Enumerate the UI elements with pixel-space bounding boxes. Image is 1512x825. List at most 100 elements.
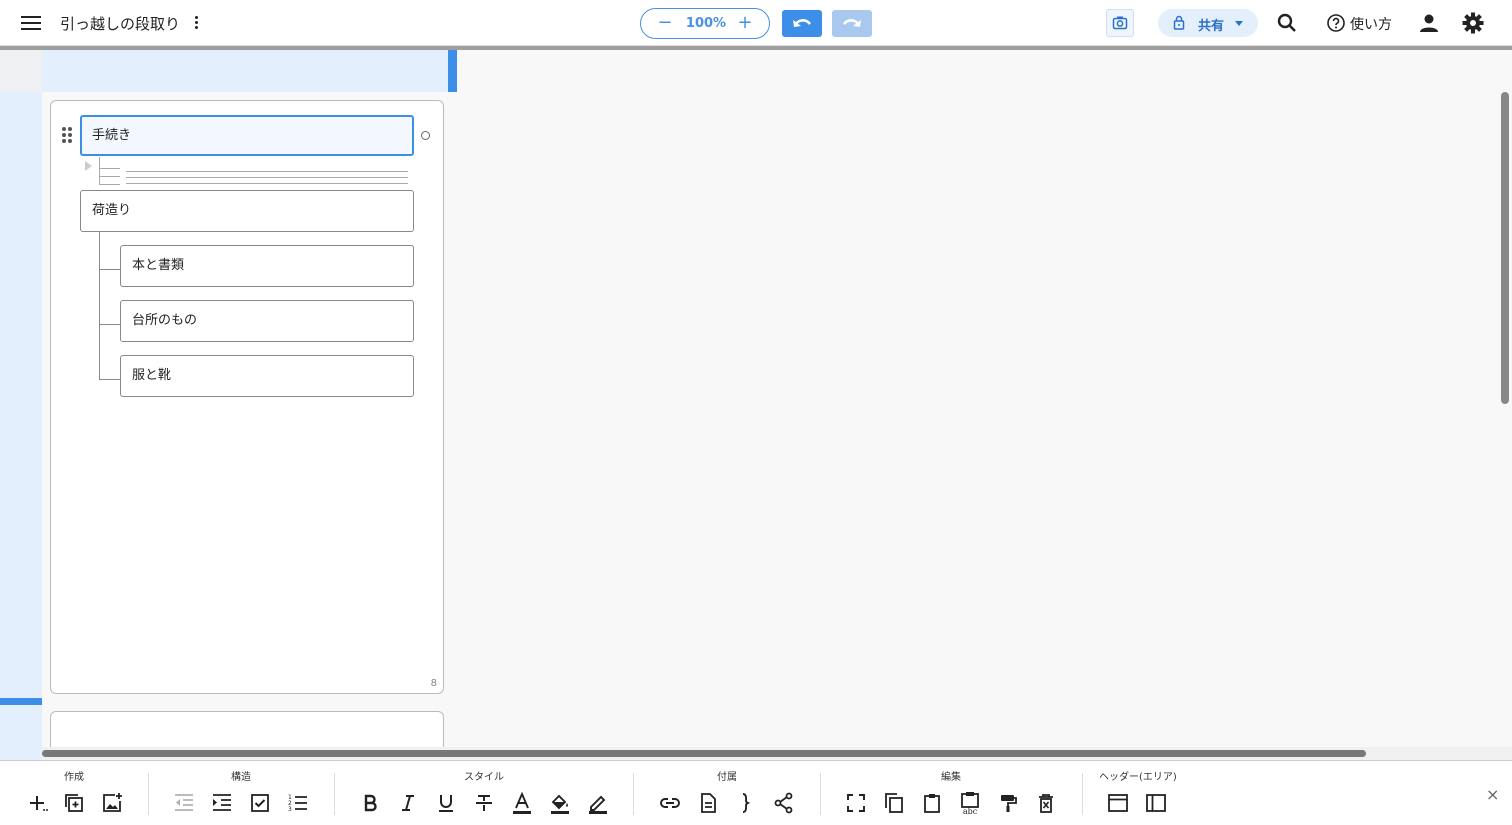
paste-button[interactable] — [920, 791, 944, 815]
checkbox-button[interactable] — [248, 791, 272, 815]
group-label-attach: 付属 — [717, 772, 737, 783]
vertical-scrollbar[interactable] — [1501, 92, 1509, 404]
redo-button[interactable] — [832, 10, 872, 37]
paste-text-icon: abc — [961, 792, 979, 816]
relation-button[interactable] — [772, 791, 796, 815]
border-color-button[interactable] — [586, 791, 610, 815]
window-header-icon — [1108, 794, 1128, 812]
outline-node[interactable]: 服と靴 — [120, 355, 414, 397]
paste-text-button[interactable]: abc — [958, 791, 982, 816]
settings-gear-icon[interactable] — [1462, 12, 1484, 34]
tree-connector — [99, 157, 100, 185]
text-color-button[interactable] — [510, 791, 534, 815]
pen-icon — [589, 795, 607, 814]
note-button[interactable] — [696, 791, 720, 815]
zoom-control: − 100% + — [640, 8, 770, 39]
area-corner — [0, 50, 42, 92]
horizontal-scrollbar[interactable] — [42, 750, 1366, 757]
item-count: 8 — [430, 678, 437, 689]
zoom-out-button[interactable]: − — [653, 12, 677, 36]
link-icon — [660, 798, 680, 808]
add-node-button[interactable] — [26, 791, 50, 815]
group-label-header-area: ヘッダー(エリア) — [1099, 772, 1177, 783]
format-painter-button[interactable] — [996, 791, 1020, 815]
screenshot-button[interactable] — [1106, 9, 1134, 37]
group-label-structure: 構造 — [231, 772, 251, 783]
curly-bracket-icon — [742, 793, 751, 813]
link-button[interactable] — [658, 791, 682, 815]
group-label-style: スタイル — [464, 772, 504, 783]
strikethrough-icon — [476, 795, 492, 811]
fill-color-icon — [551, 794, 569, 814]
outline-node[interactable]: 本と書類 — [120, 245, 414, 287]
zoom-in-button[interactable]: + — [733, 12, 757, 36]
add-image-button[interactable] — [100, 791, 124, 815]
help-icon — [1327, 14, 1345, 32]
undo-button[interactable] — [782, 10, 822, 37]
relation-icon — [774, 792, 793, 814]
paint-roller-icon — [1001, 795, 1017, 812]
duplicate-node-button[interactable] — [62, 791, 86, 815]
add-image-icon — [103, 793, 122, 812]
italic-button[interactable] — [396, 791, 420, 815]
tree-connector — [99, 324, 120, 325]
fill-color-button[interactable] — [548, 791, 572, 815]
search-icon[interactable] — [1276, 12, 1298, 34]
area-header-left-button[interactable] — [1144, 791, 1168, 815]
outdent-button[interactable] — [172, 791, 196, 815]
underline-button[interactable] — [434, 791, 458, 815]
drag-handle-icon[interactable] — [62, 127, 72, 143]
checkbox-icon — [251, 794, 269, 812]
account-icon[interactable] — [1418, 12, 1440, 34]
svg-text:3: 3 — [288, 806, 292, 813]
area-column-header[interactable] — [42, 50, 448, 92]
select-all-button[interactable] — [844, 791, 868, 815]
tree-connector — [99, 269, 120, 270]
undo-icon — [793, 19, 811, 27]
document-title[interactable]: 引っ越しの段取り — [60, 13, 180, 34]
area-row-marker[interactable] — [0, 698, 42, 705]
lock-icon — [1173, 15, 1185, 30]
copy-icon — [885, 793, 903, 813]
close-toolbar-icon[interactable]: × — [1486, 785, 1499, 804]
group-label-create: 作成 — [64, 772, 84, 783]
strikethrough-button[interactable] — [472, 791, 496, 815]
app-header: 引っ越しの段取り − 100% + 共有 使い方 — [0, 0, 1512, 46]
toolbar-divider — [820, 773, 821, 815]
indent-button[interactable] — [210, 791, 234, 815]
toolbar-divider — [334, 773, 335, 815]
outline-node[interactable]: 台所のもの — [120, 300, 414, 342]
menu-icon[interactable] — [21, 14, 41, 32]
collapsed-line — [126, 183, 408, 184]
toolbar-divider — [633, 773, 634, 815]
document-icon — [701, 793, 716, 813]
more-vert-icon[interactable] — [193, 15, 201, 31]
share-button[interactable]: 共有 — [1158, 9, 1258, 37]
node-circle-icon[interactable] — [421, 131, 430, 140]
clipboard-icon — [924, 794, 940, 813]
text-color-icon — [513, 791, 531, 814]
area-column-resize-handle[interactable] — [448, 50, 457, 92]
window-sidebar-icon — [1146, 794, 1166, 812]
area-row-header[interactable] — [0, 92, 42, 760]
svg-text:abc: abc — [963, 807, 978, 815]
add-icon — [30, 796, 48, 811]
bottom-toolbar: 作成 構造 スタイル 付属 編集 ヘッダー(エリア) 123 abc × — [0, 760, 1512, 825]
collapsed-line — [126, 171, 408, 172]
underline-icon — [439, 795, 453, 812]
duplicate-icon — [65, 794, 83, 812]
expand-triangle-icon[interactable] — [85, 161, 92, 171]
numbered-list-button[interactable]: 123 — [286, 791, 310, 815]
bold-button[interactable] — [358, 791, 382, 815]
camera-icon — [1112, 16, 1128, 30]
copy-button[interactable] — [882, 791, 906, 815]
group-label-edit: 編集 — [941, 772, 961, 783]
select-frame-icon — [847, 794, 865, 812]
bracket-button[interactable] — [734, 791, 758, 815]
outline-node-root[interactable]: 手続き — [80, 115, 414, 156]
help-label: 使い方 — [1350, 17, 1392, 33]
outline-node[interactable]: 荷造り — [80, 190, 414, 232]
delete-button[interactable] — [1034, 791, 1058, 815]
area-header-top-button[interactable] — [1106, 791, 1130, 815]
trash-icon — [1039, 794, 1053, 813]
